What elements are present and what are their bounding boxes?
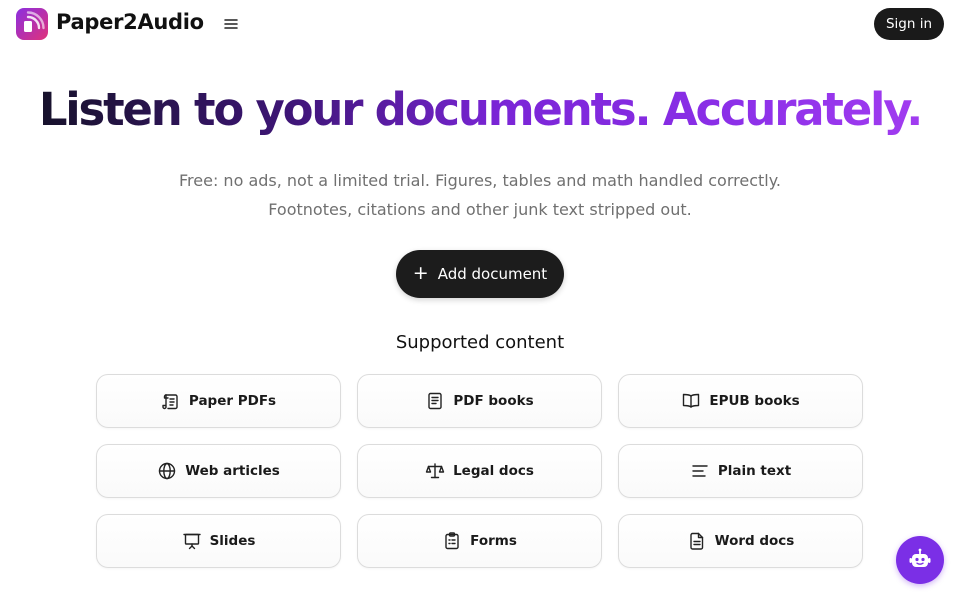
text-lines-icon <box>692 465 708 477</box>
hero-subtitle: Free: no ads, not a limited trial. Figur… <box>0 166 960 224</box>
card-label: Paper PDFs <box>188 393 277 409</box>
content-type-epub-books[interactable]: EPUB books <box>618 374 863 428</box>
globe-icon <box>158 462 176 480</box>
presentation-icon <box>182 533 201 550</box>
card-label: Plain text <box>717 463 792 479</box>
top-bar: Paper2Audio Sign in <box>0 0 960 48</box>
plus-icon: + <box>412 261 429 284</box>
scroll-icon <box>162 394 178 410</box>
subtitle-line-1: Free: no ads, not a limited trial. Figur… <box>179 171 781 190</box>
supported-content-title: Supported content <box>395 332 565 353</box>
robot-icon <box>909 548 931 567</box>
subtitle-line-2: Footnotes, citations and other junk text… <box>268 200 692 219</box>
add-document-button[interactable]: + Add document <box>396 250 564 298</box>
brand-name[interactable]: Paper2Audio <box>56 10 204 34</box>
card-label: EPUB books <box>709 393 800 409</box>
hero-title-text: Listen to your documents. Accurately. <box>38 83 924 136</box>
open-book-icon <box>683 393 700 408</box>
scale-icon <box>425 463 445 479</box>
clipboard-icon <box>445 532 459 550</box>
chat-bot-button[interactable] <box>896 536 944 584</box>
document-icon <box>689 532 703 550</box>
content-type-paper-pdfs[interactable]: Paper PDFs <box>96 374 341 428</box>
content-type-web-articles[interactable]: Web articles <box>96 444 341 498</box>
card-label: Legal docs <box>453 463 534 479</box>
content-type-plain-text[interactable]: Plain text <box>618 444 863 498</box>
book-icon <box>428 392 443 410</box>
card-label: Web articles <box>185 463 280 479</box>
card-label: Forms <box>470 533 517 549</box>
content-type-pdf-books[interactable]: PDF books <box>357 374 602 428</box>
supported-content-grid: Paper PDFs PDF books EPUB books Web arti… <box>96 374 864 568</box>
content-type-word-docs[interactable]: Word docs <box>618 514 863 568</box>
card-label: PDF books <box>453 393 534 409</box>
hero-title: Listen to your documents. Accurately. <box>0 80 960 140</box>
content-type-legal-docs[interactable]: Legal docs <box>357 444 602 498</box>
card-label: Word docs <box>714 533 795 549</box>
menu-icon[interactable] <box>222 15 240 33</box>
content-type-forms[interactable]: Forms <box>357 514 602 568</box>
logo-icon[interactable] <box>16 8 48 40</box>
add-document-label: Add document <box>437 265 548 283</box>
sign-in-button[interactable]: Sign in <box>873 8 944 40</box>
card-label: Slides <box>209 533 256 549</box>
content-type-slides[interactable]: Slides <box>96 514 341 568</box>
